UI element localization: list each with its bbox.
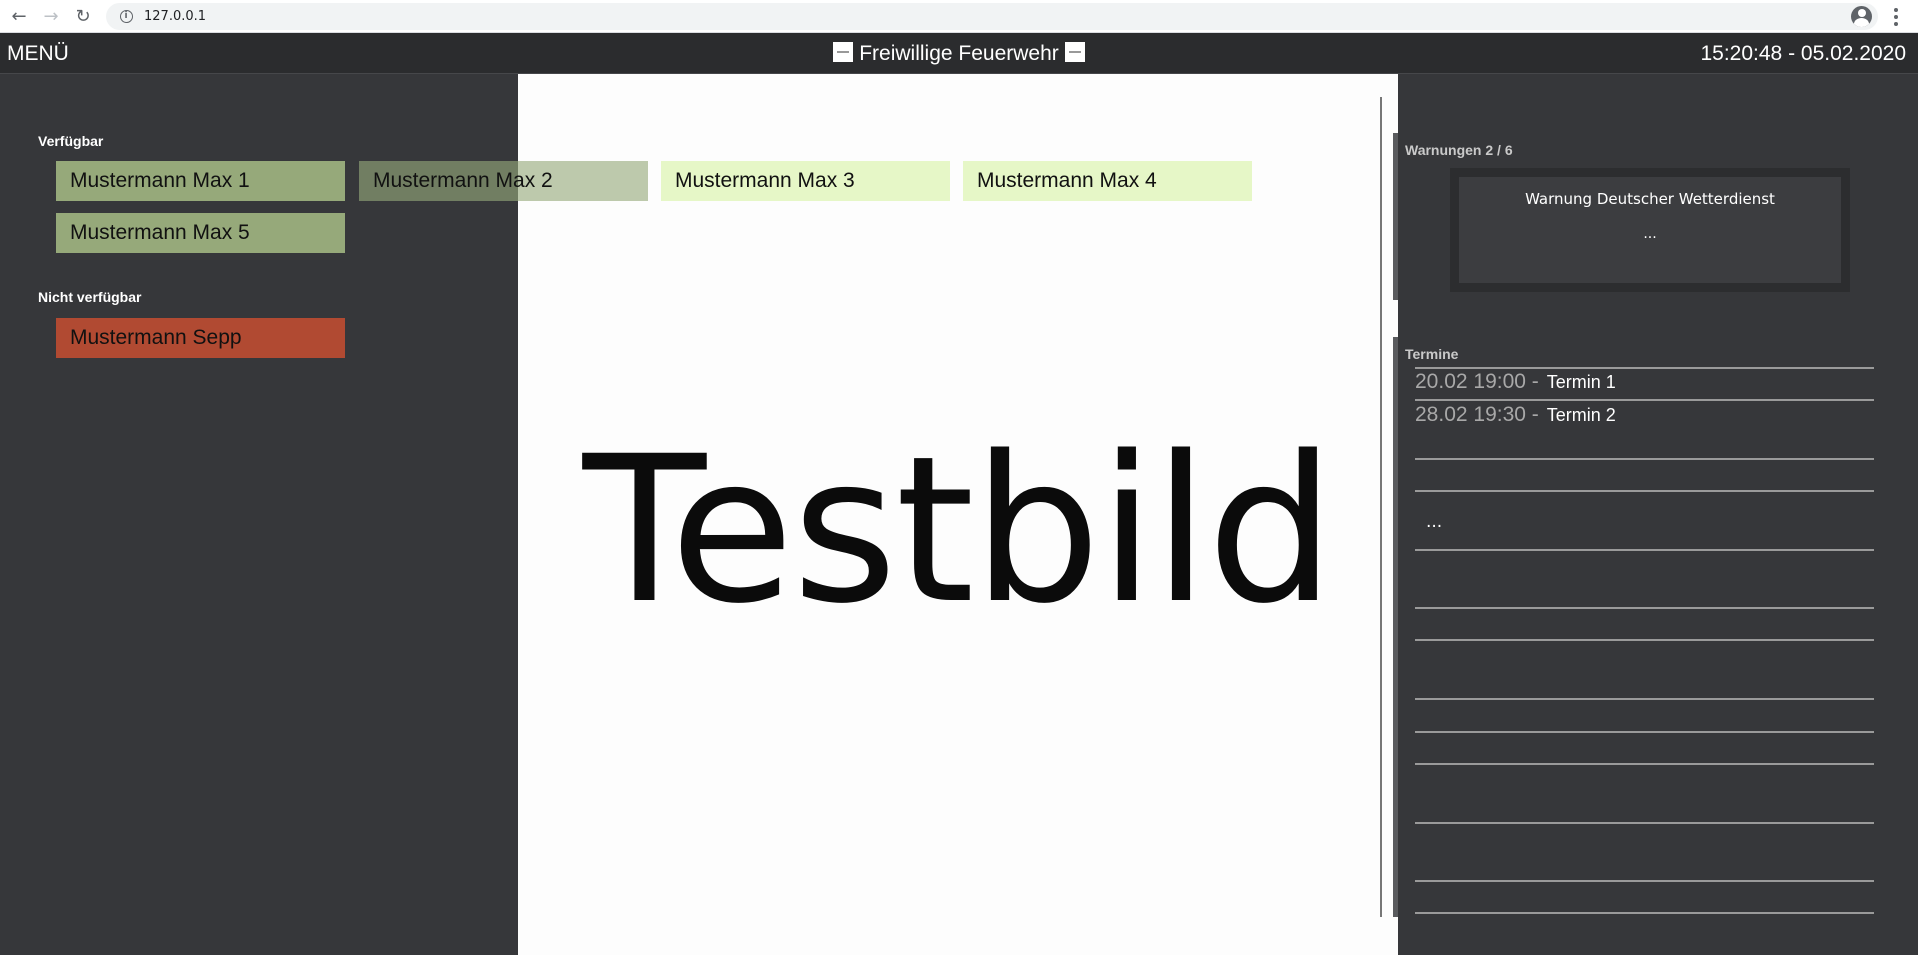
appointment-divider (1415, 607, 1874, 609)
logo-icon (1064, 42, 1085, 62)
appointment-item[interactable]: 28.02 19:30 - Termin 2 (1415, 403, 1616, 429)
person-card-available[interactable]: Mustermann Max 2 (359, 161, 648, 201)
image-display: Testbild (518, 74, 1398, 955)
warning-title: Warnung Deutscher Wetterdienst (1525, 190, 1775, 208)
address-bar[interactable]: i 127.0.0.1 ☆ (106, 3, 1878, 30)
divider (1380, 97, 1382, 917)
appointments-heading: Termine (1405, 346, 1459, 362)
appointment-divider (1415, 698, 1874, 700)
forward-icon[interactable]: → (36, 1, 66, 31)
available-heading: Verfügbar (38, 133, 104, 149)
appointment-item[interactable]: 20.02 19:00 - Termin 1 (1415, 370, 1616, 396)
profile-icon[interactable] (1851, 6, 1872, 27)
appointment-divider (1415, 731, 1874, 733)
appointment-divider (1415, 639, 1874, 641)
warnings-heading: Warnungen 2 / 6 (1405, 142, 1513, 158)
browser-menu-icon[interactable] (1884, 5, 1908, 29)
person-card-unavailable[interactable]: Mustermann Sepp (56, 318, 345, 358)
person-card-available[interactable]: Mustermann Max 5 (56, 213, 345, 253)
page-title-text: Freiwillige Feuerwehr (859, 42, 1059, 65)
appointment-divider (1415, 458, 1874, 460)
warning-card[interactable]: Warnung Deutscher Wetterdienst ... (1450, 168, 1850, 292)
appointment-name: Termin 1 (1546, 372, 1616, 392)
reload-icon[interactable]: ↻ (68, 1, 98, 31)
appointment-time: 28.02 19:30 - (1415, 403, 1539, 426)
appointment-divider (1415, 822, 1874, 824)
warning-more: ... (1643, 226, 1657, 242)
appointment-divider (1415, 490, 1874, 492)
appointment-name: Termin 2 (1546, 405, 1616, 425)
appointments-accent-bar (1393, 337, 1398, 917)
person-card-available[interactable]: Mustermann Max 4 (963, 161, 1252, 201)
person-card-available[interactable]: Mustermann Max 3 (661, 161, 950, 201)
appointment-divider (1415, 880, 1874, 882)
back-icon[interactable]: ← (4, 1, 34, 31)
site-info-icon[interactable]: i (114, 10, 138, 23)
appointments-more: ... (1426, 512, 1443, 532)
logo-icon (833, 42, 854, 62)
unavailable-heading: Nicht verfügbar (38, 289, 142, 305)
page-title: Freiwillige Feuerwehr (0, 42, 1918, 66)
appointment-divider (1415, 549, 1874, 551)
warnings-accent-bar (1393, 133, 1398, 300)
url-text[interactable]: 127.0.0.1 (144, 9, 206, 24)
test-image-text: Testbild (582, 412, 1335, 648)
app-header: MENÜ Freiwillige Feuerwehr 15:20:48 - 05… (0, 33, 1918, 74)
appointment-divider (1415, 912, 1874, 914)
appointment-time: 20.02 19:00 - (1415, 370, 1539, 393)
appointment-divider (1415, 763, 1874, 765)
person-card-available[interactable]: Mustermann Max 1 (56, 161, 345, 201)
appointment-divider (1415, 367, 1874, 369)
appointment-divider (1415, 399, 1874, 401)
browser-toolbar: ← → ↻ i 127.0.0.1 ☆ (0, 0, 1918, 33)
clock-datetime: 15:20:48 - 05.02.2020 (1700, 42, 1906, 65)
